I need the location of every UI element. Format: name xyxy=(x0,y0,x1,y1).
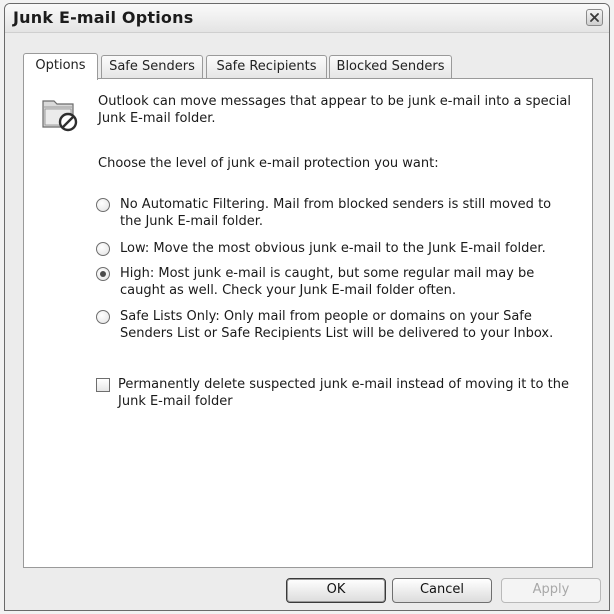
window-title: Junk E-mail Options xyxy=(13,8,194,27)
junk-email-options-dialog: Junk E-mail Options Options Safe Senders… xyxy=(4,3,610,611)
radio-no-filtering-label-line1: No Automatic Filtering. Mail from blocke… xyxy=(120,197,552,212)
radio-low-label: Low: Move the most obvious junk e-mail t… xyxy=(120,241,546,256)
radio-safe-lists-only[interactable] xyxy=(96,310,110,324)
junk-folder-icon xyxy=(42,100,78,132)
radio-no-filtering-label-line2: the Junk E-mail folder. xyxy=(120,214,264,229)
cancel-button[interactable]: Cancel xyxy=(392,578,492,603)
options-panel: Outlook can move messages that appear to… xyxy=(23,78,593,568)
tab-options[interactable]: Options xyxy=(23,53,98,80)
radio-low[interactable] xyxy=(96,242,110,256)
tab-safe-senders-label: Safe Senders xyxy=(109,59,195,74)
permanently-delete-label-line2: Junk E-mail folder xyxy=(118,394,233,409)
radio-high[interactable] xyxy=(96,267,110,281)
radio-safe-lists-label-line1: Safe Lists Only: Only mail from people o… xyxy=(120,309,532,324)
tab-safe-senders[interactable]: Safe Senders xyxy=(101,55,203,78)
radio-high-label-line1: High: Most junk e-mail is caught, but so… xyxy=(120,266,535,281)
radio-high-label-line2: caught as well. Check your Junk E-mail f… xyxy=(120,283,457,298)
tab-blocked-senders[interactable]: Blocked Senders xyxy=(329,55,452,78)
radio-safe-lists-label-line2: Senders List or Safe Recipients List wil… xyxy=(120,326,554,341)
tab-safe-recipients[interactable]: Safe Recipients xyxy=(206,55,327,78)
permanently-delete-checkbox[interactable] xyxy=(96,378,110,392)
tab-options-label: Options xyxy=(35,58,86,73)
tab-safe-recipients-label: Safe Recipients xyxy=(216,59,317,74)
intro-text-line2: Junk E-mail folder. xyxy=(98,111,216,126)
radio-no-automatic-filtering[interactable] xyxy=(96,198,110,212)
intro-text-line1: Outlook can move messages that appear to… xyxy=(98,94,571,109)
close-button[interactable] xyxy=(586,9,603,26)
close-icon xyxy=(590,13,599,22)
apply-button[interactable]: Apply xyxy=(501,578,601,603)
tab-blocked-senders-label: Blocked Senders xyxy=(336,59,445,74)
permanently-delete-label-line1: Permanently delete suspected junk e-mail… xyxy=(118,377,569,392)
title-bar: Junk E-mail Options xyxy=(5,4,609,33)
ok-button[interactable]: OK xyxy=(286,578,386,603)
protection-level-prompt: Choose the level of junk e-mail protecti… xyxy=(98,156,439,171)
